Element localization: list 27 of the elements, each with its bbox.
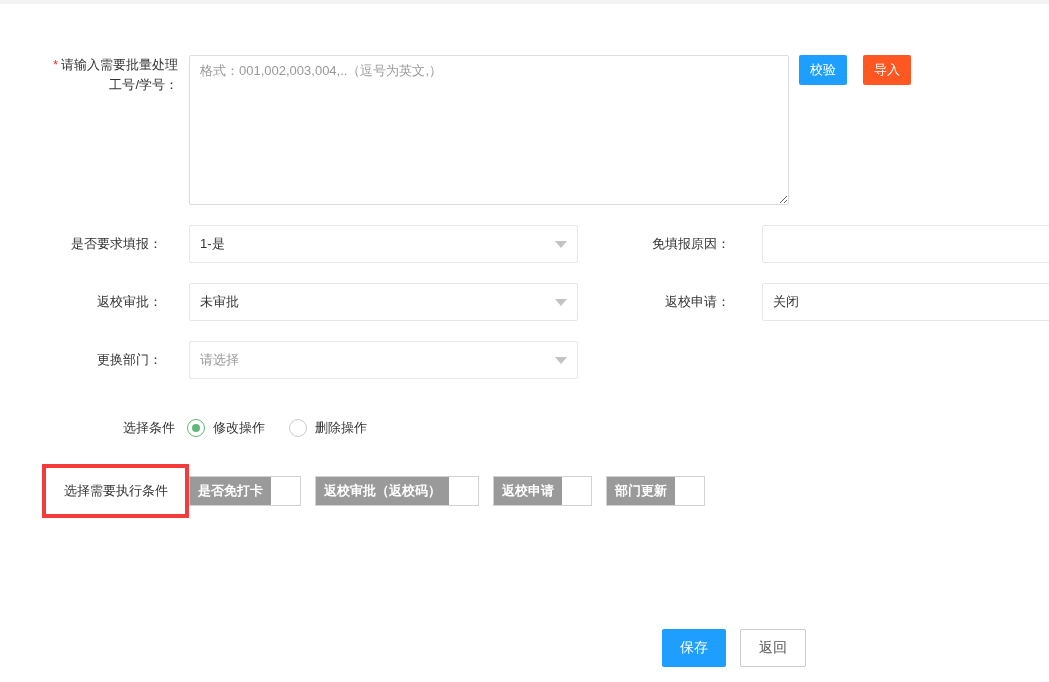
- field-label: 返校申请：: [664, 293, 731, 311]
- condition-checkbox[interactable]: 返校审批（返校码）: [315, 476, 479, 506]
- dropdown-caret-icon: [555, 240, 567, 248]
- conditions-label: 选择需要执行条件: [42, 464, 189, 518]
- id-input-field[interactable]: 格式：001,002,003,004,..（逗号为英文,）: [189, 55, 789, 205]
- radio-option[interactable]: 删除操作: [289, 419, 367, 437]
- id-input-label: * 请输入需要批量处理工号/学号：: [51, 56, 178, 94]
- radio-option[interactable]: 修改操作: [187, 419, 265, 437]
- field-label: 返校审批：: [96, 293, 163, 311]
- select-field[interactable]: 未审批: [189, 283, 578, 321]
- import-button[interactable]: 导入: [863, 55, 911, 85]
- condition-checkbox[interactable]: 部门更新: [606, 476, 705, 506]
- field-label: 免填报原因：: [651, 235, 731, 253]
- back-button[interactable]: 返回: [740, 629, 806, 667]
- save-button[interactable]: 保存: [662, 629, 726, 667]
- condition-checkbox[interactable]: 是否免打卡: [189, 476, 301, 506]
- condition-checkbox[interactable]: 返校申请: [493, 476, 592, 506]
- select-field[interactable]: 1-是: [189, 225, 578, 263]
- input-field[interactable]: [762, 225, 1049, 263]
- dropdown-caret-icon: [555, 298, 567, 306]
- operation-label: 选择条件: [122, 419, 175, 437]
- dropdown-caret-icon: [555, 356, 567, 364]
- input-field[interactable]: 关闭: [762, 283, 1049, 321]
- verify-button[interactable]: 校验: [799, 55, 847, 85]
- select-field[interactable]: 请选择: [189, 341, 578, 379]
- field-label: 更换部门：: [96, 351, 163, 369]
- field-label: 是否要求填报：: [70, 235, 163, 253]
